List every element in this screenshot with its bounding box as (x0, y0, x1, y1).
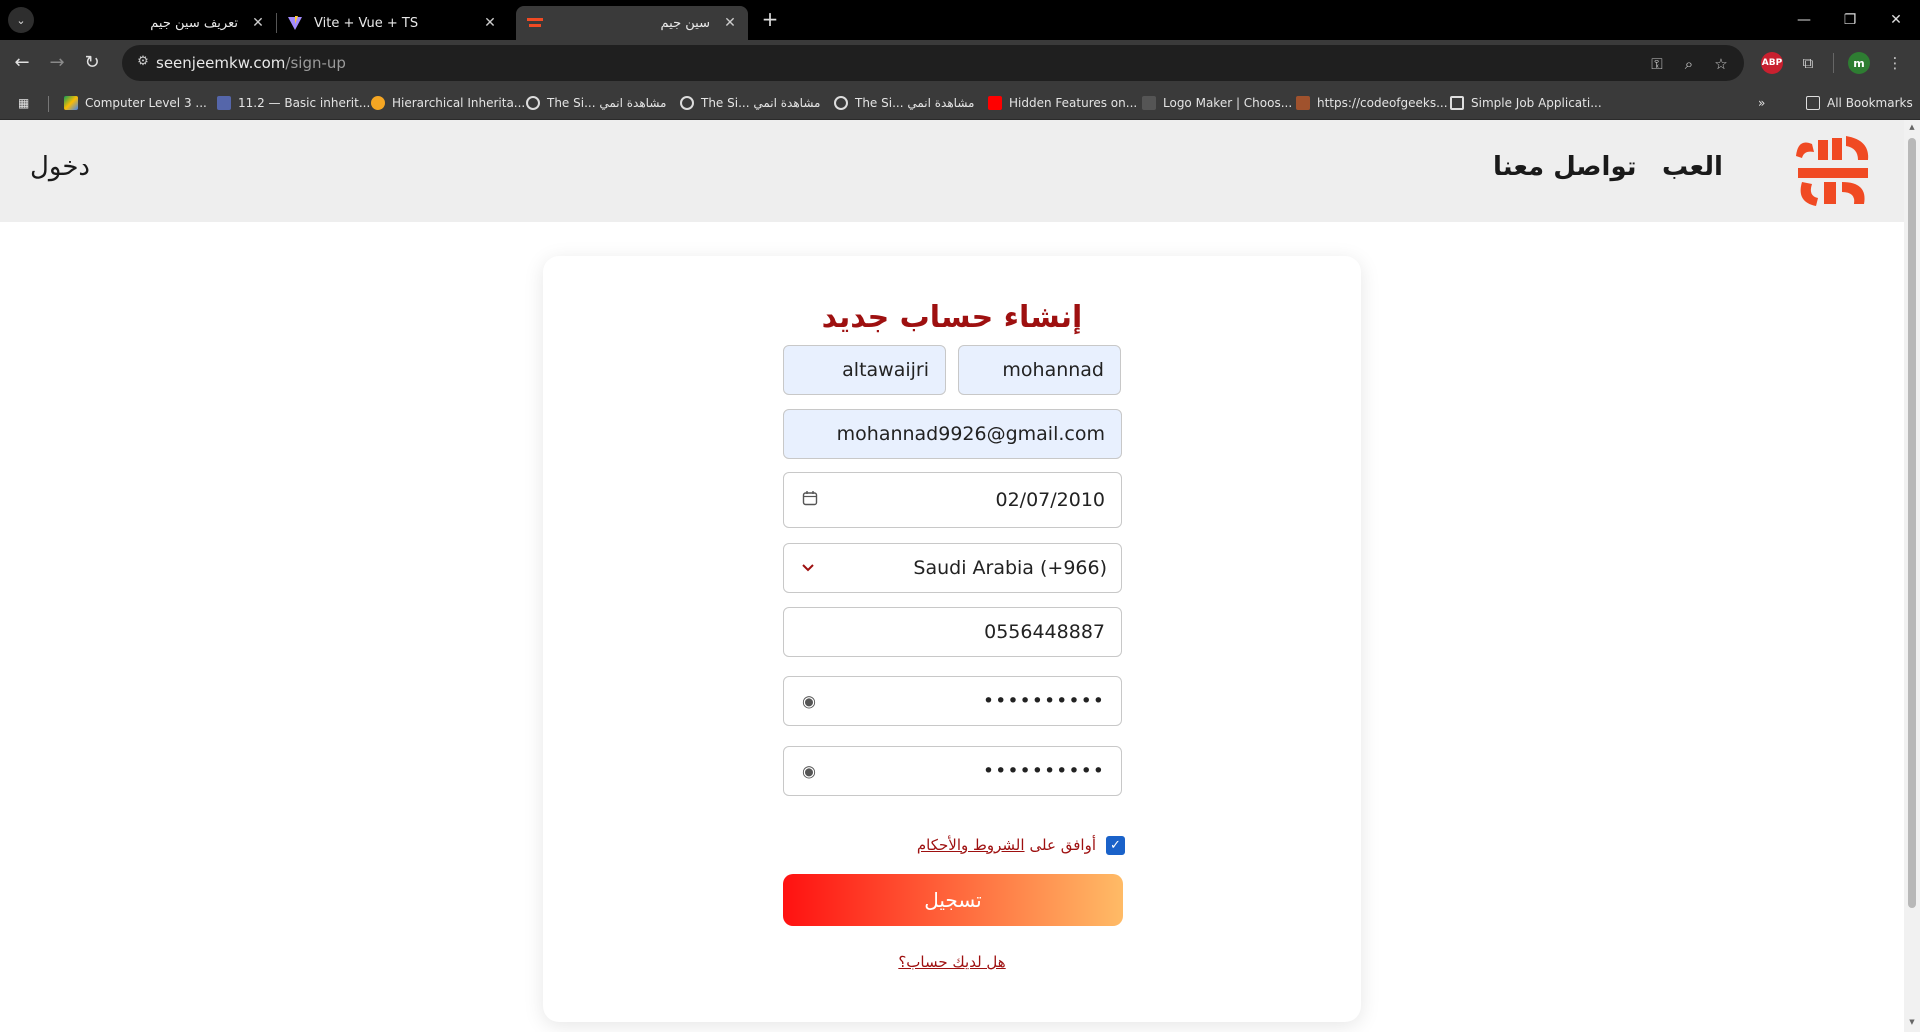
globe-icon (680, 96, 694, 110)
page-title: إنشاء حساب جديد (821, 300, 1083, 335)
last-name-field[interactable] (783, 345, 946, 395)
bookmark-item[interactable]: Logo Maker | Choos... (1142, 94, 1292, 112)
site-info-icon[interactable]: ⚙ (134, 54, 152, 72)
phone-field[interactable] (783, 607, 1122, 657)
bookmark-item[interactable]: The Si... مشاهدة انمي (834, 94, 974, 112)
close-icon[interactable]: ✕ (248, 15, 268, 31)
browser-toolbar: ← → ↻ ⚙ seenjeemkw.com/sign-up ⚿ ⌕ ☆ ABP… (0, 40, 1920, 86)
birthdate-input[interactable] (784, 473, 1121, 527)
minimize-button[interactable]: — (1784, 8, 1824, 32)
eye-icon[interactable]: ◉ (802, 762, 816, 781)
close-icon[interactable]: ✕ (720, 15, 740, 31)
phone-input[interactable] (784, 608, 1121, 656)
password-input[interactable] (784, 677, 1121, 725)
forward-button[interactable]: → (45, 51, 69, 75)
nav-contact-link[interactable]: تواصل معنا (1493, 152, 1637, 182)
tab-seenjeem-active[interactable]: سين جيم ✕ (516, 6, 748, 40)
scroll-up-icon[interactable]: ▲ (1908, 123, 1916, 131)
zoom-icon[interactable]: ⌕ (1678, 53, 1700, 75)
password-key-icon[interactable]: ⚿ (1646, 53, 1668, 75)
terms-row: ✓ أوافق على الشروط والأحكام (783, 834, 1125, 856)
have-account-link[interactable]: هل لديك حساب؟ (543, 953, 1361, 971)
bookmark-item[interactable]: The Si... مشاهدة انمي (680, 94, 820, 112)
new-tab-button[interactable]: + (758, 8, 782, 32)
confirm-password-input[interactable] (784, 747, 1121, 795)
cpp-icon (217, 96, 231, 110)
tab-seenjeem-intro[interactable]: تعريف سين جيم ✕ (44, 6, 276, 40)
menu-kebab-icon[interactable]: ⋮ (1884, 52, 1906, 74)
terms-checkbox[interactable]: ✓ (1106, 835, 1125, 855)
terms-label: أوافق على (1029, 836, 1096, 854)
more-bookmarks-icon[interactable]: » (1758, 94, 1765, 112)
first-name-input[interactable] (959, 346, 1120, 394)
back-button[interactable]: ← (10, 51, 34, 75)
bookmark-item[interactable]: https://codeofgeeks... (1296, 94, 1448, 112)
email-input[interactable] (784, 410, 1121, 458)
globe-icon (834, 96, 848, 110)
tab-title: تعريف سين جيم (150, 15, 238, 31)
site-logo[interactable] (1792, 134, 1874, 210)
calendar-icon[interactable] (802, 490, 818, 510)
first-name-field[interactable] (958, 345, 1121, 395)
email-field[interactable] (783, 409, 1122, 459)
terms-link[interactable]: الشروط والأحكام (917, 836, 1025, 854)
scroll-down-icon[interactable]: ▼ (1908, 1018, 1916, 1026)
scrollbar-thumb[interactable] (1908, 138, 1916, 908)
vite-icon (286, 14, 304, 32)
chevron-down-icon (802, 564, 814, 572)
hexagon-icon (371, 96, 385, 110)
eye-icon[interactable]: ◉ (802, 692, 816, 711)
reload-button[interactable]: ↻ (80, 51, 104, 75)
bookmarks-divider (48, 96, 49, 112)
url-text[interactable]: seenjeemkw.com/sign-up (156, 54, 346, 72)
tab-search-button[interactable]: ⌄ (8, 7, 34, 33)
page-scrollbar[interactable]: ▲ ▼ (1904, 120, 1920, 1032)
folder-icon (1806, 96, 1820, 110)
tab-title: سين جيم (660, 15, 710, 31)
nav-play-link[interactable]: العب (1662, 152, 1723, 182)
codeofgeeks-icon (1296, 96, 1310, 110)
page-viewport: العب تواصل معنا دخول إنشاء حساب جديد Sau… (0, 120, 1904, 1032)
bookmark-item[interactable]: The Si... مشاهدة انمي (526, 94, 666, 112)
bookmark-item[interactable]: Computer Level 3 ... (64, 94, 207, 112)
password-field[interactable]: ◉ (783, 676, 1122, 726)
apps-grid-icon[interactable]: ▦ (18, 94, 29, 112)
bookmark-star-icon[interactable]: ☆ (1710, 53, 1732, 75)
country-select[interactable]: Saudi Arabia (+966) (783, 543, 1122, 593)
address-bar[interactable]: ⚙ seenjeemkw.com/sign-up ⚿ ⌕ ☆ (122, 45, 1744, 81)
country-select-value: Saudi Arabia (+966) (913, 557, 1107, 579)
globe-icon (526, 96, 540, 110)
close-icon[interactable]: ✕ (480, 15, 500, 31)
all-bookmarks-folder[interactable]: All Bookmarks (1806, 94, 1913, 112)
bookmark-item[interactable]: 11.2 — Basic inherit... (217, 94, 370, 112)
tab-vite-vue[interactable]: Vite + Vue + TS ✕ (276, 6, 508, 40)
profile-avatar[interactable]: m (1848, 52, 1870, 74)
restore-button[interactable]: ❐ (1830, 8, 1870, 32)
signup-card: إنشاء حساب جديد Saudi Arabia (+966) ◉ (543, 256, 1361, 1022)
nav-login-link[interactable]: دخول (30, 152, 90, 182)
register-button[interactable]: تسجيل (783, 874, 1123, 926)
tab-title: Vite + Vue + TS (314, 15, 419, 31)
drive-icon (64, 96, 78, 110)
close-window-button[interactable]: ✕ (1876, 8, 1916, 32)
confirm-password-field[interactable]: ◉ (783, 746, 1122, 796)
browser-tab-bar: ⌄ تعريف سين جيم ✕ Vite + Vue + TS ✕ سين … (0, 0, 1920, 40)
logo-maker-icon (1142, 96, 1156, 110)
site-favicon-icon (526, 14, 544, 32)
toolbar-divider (1833, 53, 1834, 73)
youtube-icon (988, 96, 1002, 110)
bookmark-item[interactable]: Hierarchical Inherita... (371, 94, 525, 112)
adblock-extension-icon[interactable]: ABP (1761, 52, 1783, 74)
bookmark-item[interactable]: Hidden Features on... (988, 94, 1137, 112)
last-name-input[interactable] (784, 346, 945, 394)
extensions-puzzle-icon[interactable]: ⧉ (1797, 52, 1819, 74)
birthdate-field[interactable] (783, 472, 1122, 528)
bookmark-item[interactable]: Simple Job Applicati... (1450, 94, 1602, 112)
site-header: العب تواصل معنا دخول (0, 120, 1904, 222)
document-icon (1450, 96, 1464, 110)
bookmarks-bar: ▦ Computer Level 3 ... 11.2 — Basic inhe… (0, 86, 1920, 120)
